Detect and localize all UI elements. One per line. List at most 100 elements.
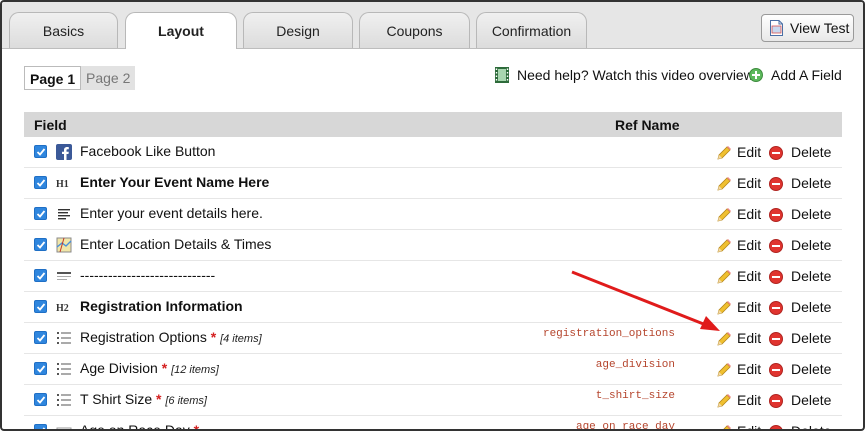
edit-label: Edit <box>737 392 762 408</box>
field-name: Facebook Like Button <box>80 143 216 159</box>
row-checkbox[interactable] <box>34 207 47 220</box>
table-row: ----------------------------- Edit Delete <box>24 261 842 292</box>
field-label: Enter Location Details & Times <box>80 236 271 252</box>
row-checkbox[interactable] <box>34 238 47 251</box>
delete-icon <box>769 208 783 222</box>
list-icon <box>56 392 72 408</box>
delete-label: Delete <box>791 175 832 191</box>
tab-layout[interactable]: Layout <box>125 12 237 49</box>
delete-icon <box>769 332 783 346</box>
edit-label: Edit <box>737 206 762 222</box>
pencil-icon <box>717 239 731 253</box>
edit-label: Edit <box>737 299 762 315</box>
item-count: [12 items] <box>171 364 219 376</box>
tab-design[interactable]: Design <box>243 12 353 48</box>
edit-label: Edit <box>737 423 762 431</box>
facebook-icon <box>56 144 72 160</box>
delete-label: Delete <box>791 392 832 408</box>
table-row: Enter Location Details & Times Edit Delete <box>24 230 842 261</box>
ref-name: registration_options <box>542 328 675 340</box>
ref-name: age_on_race_day <box>575 421 675 431</box>
table-row: T Shirt Size * [6 items] t_shirt_size Edit… <box>24 385 842 416</box>
svg-text:H1: H1 <box>56 179 69 190</box>
row-checkbox[interactable] <box>34 145 47 158</box>
tab-confirmation[interactable]: Confirmation <box>476 12 587 48</box>
delete-label: Delete <box>791 330 832 346</box>
row-checkbox[interactable] <box>34 269 47 282</box>
field-label: ----------------------------- <box>80 267 215 283</box>
field-label: Age Division * [12 items] <box>80 360 219 376</box>
pencil-icon <box>717 301 731 315</box>
field-name: Registration Information <box>80 298 243 314</box>
field-name: T Shirt Size <box>80 391 153 407</box>
view-test-button[interactable]: View Test <box>761 14 854 42</box>
svg-text:H2: H2 <box>56 303 69 314</box>
field-name: Enter Your Event Name Here <box>80 174 270 190</box>
help-text: Need help? Watch this video overview <box>517 67 754 83</box>
pencil-icon <box>717 270 731 284</box>
row-checkbox[interactable] <box>34 300 47 313</box>
field-label: Enter your event details here. <box>80 205 263 221</box>
heading1-icon: H1 <box>56 175 72 191</box>
required-marker: * <box>193 422 200 431</box>
delete-icon <box>769 239 783 253</box>
delete-label: Delete <box>791 268 832 284</box>
table-row: Facebook Like Button Edit Delete <box>24 137 842 168</box>
fields-table: Field Ref Name Facebook Like Button Edit D… <box>24 112 842 431</box>
edit-label: Edit <box>737 144 762 160</box>
row-checkbox[interactable] <box>34 424 47 429</box>
view-test-label: View Test <box>790 20 850 36</box>
document-icon <box>770 20 783 36</box>
header-ref-name: Ref Name <box>615 117 680 133</box>
heading2-icon: H2 <box>56 299 72 315</box>
row-checkbox[interactable] <box>34 393 47 406</box>
page-1-button[interactable]: Page 1 <box>24 66 82 90</box>
delete-icon <box>769 177 783 191</box>
text-lines-icon <box>56 206 72 222</box>
table-row: H2 Registration Information Edit Delete <box>24 292 842 323</box>
table-row: Age Division * [12 items] age_division Edi… <box>24 354 842 385</box>
pencil-icon <box>717 394 731 408</box>
textbox-icon <box>56 423 72 429</box>
field-name: Registration Options <box>80 329 207 345</box>
field-name: ----------------------------- <box>80 267 216 283</box>
pencil-icon <box>723 425 731 429</box>
row-checkbox[interactable] <box>34 176 47 189</box>
required-marker: * <box>210 329 217 345</box>
ref-name: age_division <box>595 359 675 371</box>
required-marker: * <box>156 391 162 407</box>
delete-label: Delete <box>791 423 832 431</box>
row-checkbox[interactable] <box>34 331 47 344</box>
item-count: [4 items] <box>220 333 262 345</box>
delete-icon <box>769 394 783 408</box>
delete-icon <box>769 146 783 160</box>
delete-icon <box>769 425 783 429</box>
field-label: Facebook Like Button <box>80 143 215 159</box>
table-body: Facebook Like Button Edit Delete H1 Enter Yo… <box>24 137 842 431</box>
field-name: Age Division <box>80 360 158 376</box>
row-checkbox[interactable] <box>34 362 47 375</box>
field-label: Registration Information <box>80 298 243 314</box>
divider-icon <box>56 268 72 284</box>
table-row: Registration Options * [4 items] registra… <box>24 323 842 354</box>
table-header: Field Ref Name <box>24 112 842 137</box>
field-label: Enter Your Event Name Here <box>80 174 269 190</box>
delete-label: Delete <box>791 206 832 222</box>
field-name: Age on Race Day <box>80 422 190 431</box>
edit-label: Edit <box>737 237 762 253</box>
delete-icon <box>769 270 783 284</box>
add-field-label: Add A Field <box>771 67 842 83</box>
edit-label: Edit <box>737 268 762 284</box>
ref-name: t_shirt_size <box>595 390 675 402</box>
window-frame: Basics Layout Design Coupons Confirmatio… <box>0 0 865 431</box>
tab-bar: Basics Layout Design Coupons Confirmatio… <box>2 2 863 49</box>
tab-coupons[interactable]: Coupons <box>359 12 470 48</box>
edit-label: Edit <box>737 330 762 346</box>
pencil-icon <box>717 332 731 346</box>
list-icon <box>56 330 72 346</box>
tab-basics[interactable]: Basics <box>9 12 118 48</box>
map-icon <box>56 237 72 253</box>
page-2-button[interactable]: Page 2 <box>81 66 136 90</box>
required-marker: * <box>161 360 168 376</box>
delete-icon <box>769 301 783 315</box>
